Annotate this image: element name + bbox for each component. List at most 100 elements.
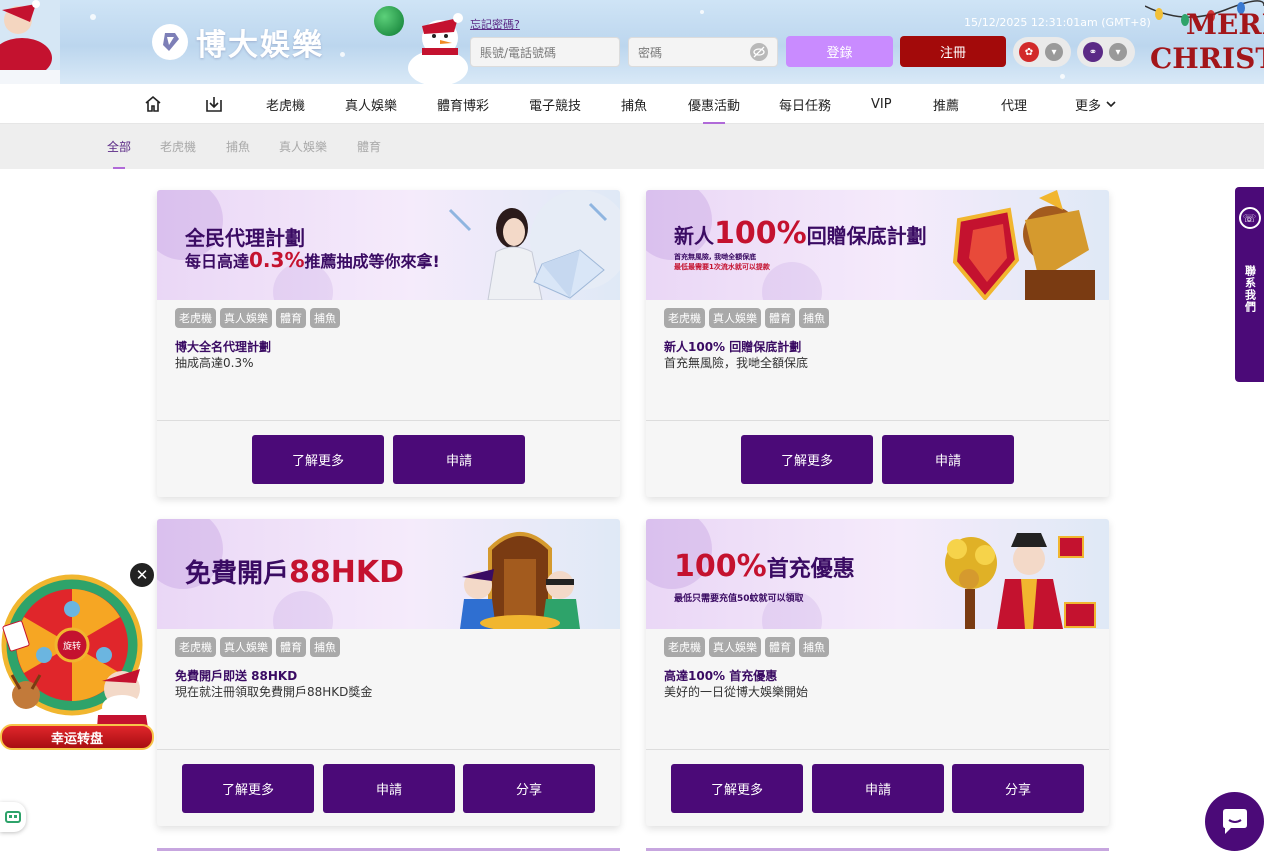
snowflake: [1060, 74, 1065, 79]
nav-fishing[interactable]: 捕魚: [621, 84, 647, 124]
contact-us-label: 聯系我們: [1243, 265, 1257, 313]
site-logo[interactable]: 博大娛樂: [152, 20, 324, 64]
apply-button[interactable]: 申請: [882, 435, 1014, 484]
tag-sports: 體育: [276, 308, 306, 328]
tag-fishing: 捕魚: [799, 308, 829, 328]
promo-description: 首充無風險，我哋全額保底: [664, 356, 809, 370]
contact-us-tab[interactable]: ☏ 聯系我們: [1235, 187, 1264, 382]
god-of-wealth-image: [945, 533, 1096, 629]
banner-title: 新人100%回贈保底計劃: [674, 216, 927, 251]
promo-card: 全民代理計劃 每日高達0.3%推薦抽成等你來拿! 老虎機 真人娛樂 體育 捕魚 …: [157, 190, 620, 497]
link-icon: ⚭: [1083, 42, 1103, 62]
account-input-placeholder: 賬號/電話號碼: [480, 45, 557, 60]
banner-title-post: 首充優惠: [766, 557, 855, 582]
language-selector[interactable]: ✿ ▾: [1013, 37, 1071, 67]
eye-off-icon[interactable]: [750, 43, 768, 61]
logo-icon: [152, 24, 188, 60]
banner-title-highlight: 100%: [674, 549, 767, 584]
banner-note: 最低只需要充值50蚊就可以領取: [674, 594, 804, 604]
santa-decoration: [0, 0, 60, 84]
forgot-password-link[interactable]: 忘記密碼?: [470, 16, 520, 32]
chat-icon[interactable]: [1205, 792, 1264, 851]
register-button[interactable]: 注冊: [900, 36, 1006, 67]
share-button[interactable]: 分享: [952, 764, 1084, 813]
main-nav: 老虎機 真人娛樂 體育博彩 電子競技 捕魚 優惠活動 每日任務 VIP 推薦 代…: [0, 84, 1264, 124]
phone-icon: ☏: [1238, 207, 1261, 229]
login-button[interactable]: 登錄: [786, 36, 893, 67]
promo-banner[interactable]: 免費開戶88HKD: [157, 519, 620, 629]
share-button[interactable]: 分享: [463, 764, 595, 813]
close-icon[interactable]: ✕: [128, 561, 156, 589]
learn-more-button[interactable]: 了解更多: [741, 435, 873, 484]
nav-promotions[interactable]: 優惠活動: [688, 84, 740, 124]
tag-fishing: 捕魚: [799, 637, 829, 657]
apply-button[interactable]: 申請: [812, 764, 944, 813]
banner-subtitle-pre: 每日高達: [185, 252, 250, 271]
nav-sports[interactable]: 體育博彩: [437, 84, 489, 124]
game-tags: 老虎機 真人娛樂 體育 捕魚: [664, 637, 829, 657]
banner-note: 最低最需要1次流水就可以提款: [674, 263, 770, 271]
nav-slots[interactable]: 老虎機: [266, 84, 305, 124]
apply-button[interactable]: 申請: [393, 435, 525, 484]
tag-live-casino: 真人娛樂: [220, 308, 272, 328]
tag-live-casino: 真人娛樂: [709, 637, 761, 657]
divider: [646, 749, 1109, 750]
home-icon: [145, 95, 161, 112]
tab-slots[interactable]: 老虎機: [160, 124, 196, 169]
tab-sports[interactable]: 體育: [357, 124, 381, 169]
promo-banner[interactable]: 100%首充優惠 最低只需要充值50蚊就可以領取: [646, 519, 1109, 629]
promo-title: 博大全名代理計劃: [175, 340, 272, 354]
nav-live-casino[interactable]: 真人娛樂: [345, 84, 397, 124]
nav-home[interactable]: [143, 84, 163, 124]
promo-card: 新人100%回贈保底計劃 首充無風險, 我哋全額保底 最低最需要1次流水就可以提…: [646, 190, 1109, 497]
treasure-chest-image: [460, 532, 580, 629]
learn-more-button[interactable]: 了解更多: [252, 435, 384, 484]
promo-banner[interactable]: 新人100%回贈保底計劃 首充無風險, 我哋全額保底 最低最需要1次流水就可以提…: [646, 190, 1109, 300]
tag-sports: 體育: [765, 637, 795, 657]
learn-more-button[interactable]: 了解更多: [182, 764, 314, 813]
nav-vip[interactable]: VIP: [871, 84, 892, 124]
nav-referral[interactable]: 推薦: [933, 84, 959, 124]
promo-title: 高達100% 首充優惠: [664, 669, 778, 683]
banner-title: 免費開戶88HKD: [185, 553, 404, 590]
banner-subtitle: 每日高達0.3%推薦抽成等你來拿!: [185, 248, 440, 272]
download-icon: [206, 97, 222, 112]
password-input-placeholder: 密碼: [638, 45, 663, 60]
wheel-spin-label: 旋转: [63, 640, 81, 652]
learn-more-button[interactable]: 了解更多: [671, 764, 803, 813]
bot-icon[interactable]: [0, 802, 26, 832]
tag-fishing: 捕魚: [310, 308, 340, 328]
datetime-display: 15/12/2025 12:31:01am (GMT+8): [964, 16, 1151, 29]
password-input[interactable]: 密碼: [628, 37, 778, 67]
tag-slots: 老虎機: [175, 308, 216, 328]
divider: [157, 749, 620, 750]
tag-sports: 體育: [276, 637, 306, 657]
lucky-wheel-label[interactable]: 幸运转盘: [0, 724, 154, 750]
tag-live-casino: 真人娛樂: [220, 637, 272, 657]
divider: [646, 420, 1109, 421]
game-tags: 老虎機 真人娛樂 體育 捕魚: [175, 308, 340, 328]
account-input[interactable]: 賬號/電話號碼: [470, 37, 620, 67]
banner-title-pre: 新人: [674, 224, 714, 248]
nav-download[interactable]: [204, 84, 224, 124]
nav-more[interactable]: 更多: [1075, 84, 1118, 124]
game-tags: 老虎機 真人娛樂 體育 捕魚: [664, 308, 829, 328]
banner-watermark: [273, 591, 333, 629]
game-tags: 老虎機 真人娛樂 體育 捕魚: [175, 637, 340, 657]
tag-slots: 老虎機: [664, 637, 705, 657]
hk-flag-icon: ✿: [1019, 42, 1039, 62]
nav-agent[interactable]: 代理: [1001, 84, 1027, 124]
banner-note: 首充無風險, 我哋全額保底: [674, 253, 757, 261]
xmas-line-1: MERR: [1186, 8, 1264, 41]
tab-live-casino[interactable]: 真人娛樂: [279, 124, 327, 169]
link-selector[interactable]: ⚭ ▾: [1077, 37, 1135, 67]
tab-fishing[interactable]: 捕魚: [226, 124, 250, 169]
promo-banner[interactable]: 全民代理計劃 每日高達0.3%推薦抽成等你來拿!: [157, 190, 620, 300]
apply-button[interactable]: 申請: [323, 764, 455, 813]
tag-slots: 老虎機: [175, 637, 216, 657]
tab-all[interactable]: 全部: [107, 124, 131, 169]
banner-title: 100%首充優惠: [674, 549, 855, 584]
nav-esports[interactable]: 電子競技: [529, 84, 581, 124]
chevron-down-icon: [1106, 101, 1116, 108]
nav-daily-tasks[interactable]: 每日任務: [779, 84, 831, 124]
